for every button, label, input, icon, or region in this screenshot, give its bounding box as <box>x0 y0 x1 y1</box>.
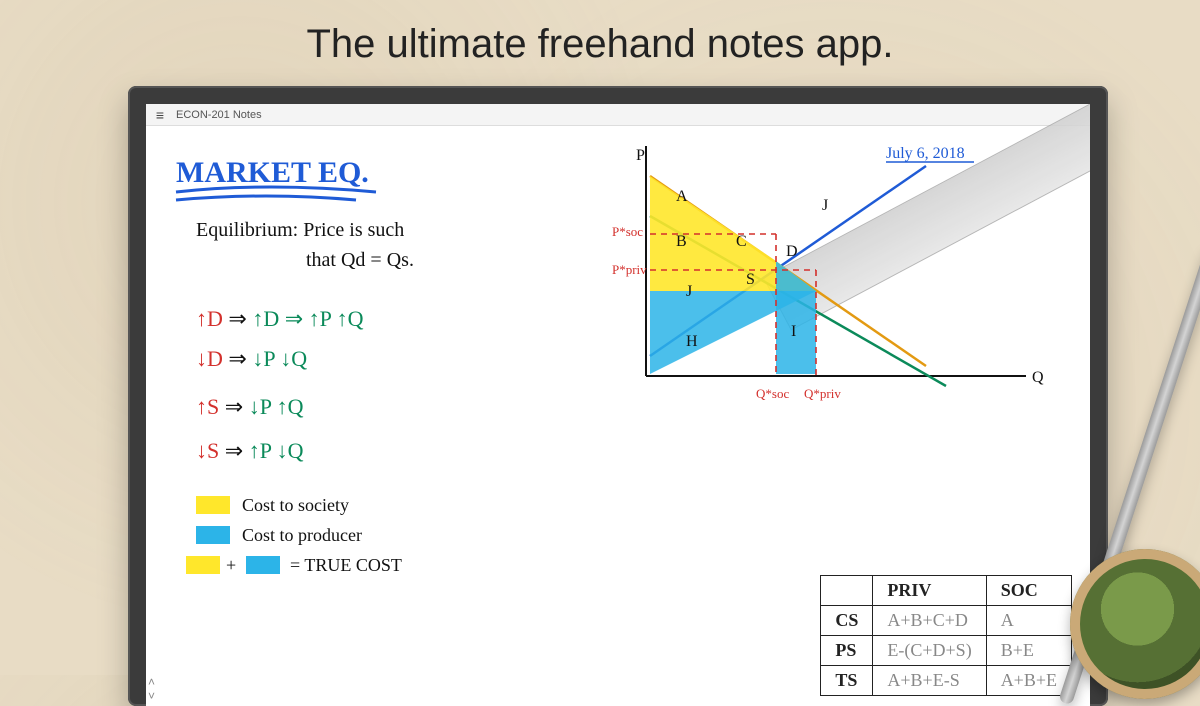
note-date: July 6, 2018 <box>886 145 965 162</box>
page-up-icon[interactable]: ˄ <box>148 676 155 688</box>
hamburger-menu-icon[interactable]: ≡ <box>152 107 168 123</box>
svg-text:Q*priv: Q*priv <box>804 386 841 401</box>
surplus-table: PRIV SOC CS A+B+C+D A PS E-(C+D+S) B+E T… <box>820 575 1072 696</box>
ts-soc: A+B+E <box>986 666 1071 696</box>
cs-priv: A+B+C+D <box>873 606 986 636</box>
titlebar: ≡ ECON-201 Notes <box>146 104 1090 126</box>
svg-text:+: + <box>226 555 236 575</box>
legend-truecost: = TRUE COST <box>290 555 402 575</box>
table-corner <box>821 576 873 606</box>
svg-text:I: I <box>791 323 796 340</box>
svg-text:B: B <box>676 233 687 250</box>
legend-society: Cost to society <box>242 495 349 515</box>
definition-line-1: Equilibrium: Price is such <box>196 219 404 241</box>
svg-text:S: S <box>746 271 755 288</box>
svg-text:Q*soc: Q*soc <box>756 386 789 401</box>
col-priv: PRIV <box>873 576 986 606</box>
rule-2: ↓D ⇒ ↓P ↓Q <box>196 346 307 371</box>
row-cs: CS <box>821 606 873 636</box>
legend-producer: Cost to producer <box>242 525 362 545</box>
page-navigator: ˄ ˅ <box>148 676 155 702</box>
svg-text:H: H <box>686 333 698 350</box>
ps-priv: E-(C+D+S) <box>873 636 986 666</box>
col-soc: SOC <box>986 576 1071 606</box>
svg-text:Q: Q <box>1032 369 1044 386</box>
svg-text:C: C <box>736 233 747 250</box>
app-screen: ≡ ECON-201 Notes ✒ ✒ ✒ ◍ ◧ ◌ ↶ ⊞ 🔍 ⋯ MAR… <box>146 104 1090 706</box>
svg-text:J: J <box>822 197 828 214</box>
svg-text:P*priv: P*priv <box>612 262 647 277</box>
page-down-icon[interactable]: ˅ <box>148 690 155 702</box>
svg-text:D: D <box>786 243 798 260</box>
rule-1: ↑D ⇒ ↑D ⇒ ↑P ↑Q <box>196 306 364 331</box>
hero-title: The ultimate freehand notes app. <box>0 22 1200 67</box>
tablet-frame: ≡ ECON-201 Notes ✒ ✒ ✒ ◍ ◧ ◌ ↶ ⊞ 🔍 ⋯ MAR… <box>128 86 1108 706</box>
rule-3: ↑S ⇒ ↓P ↑Q <box>196 394 304 419</box>
ts-priv: A+B+E-S <box>873 666 986 696</box>
definition-line-2: that Qd = Qs. <box>306 249 414 271</box>
note-canvas[interactable]: MARKET EQ. July 6, 2018 Equilibrium: Pri… <box>146 126 1090 706</box>
svg-text:A: A <box>676 188 688 205</box>
row-ps: PS <box>821 636 873 666</box>
svg-text:P*soc: P*soc <box>612 224 643 239</box>
rule-4: ↓S ⇒ ↑P ↓Q <box>196 438 304 463</box>
ps-soc: B+E <box>986 636 1071 666</box>
svg-text:J: J <box>686 283 692 300</box>
document-title: ECON-201 Notes <box>176 109 262 121</box>
cs-soc: A <box>986 606 1071 636</box>
row-ts: TS <box>821 666 873 696</box>
note-title: MARKET EQ. <box>176 156 369 189</box>
svg-text:P: P <box>636 147 645 164</box>
